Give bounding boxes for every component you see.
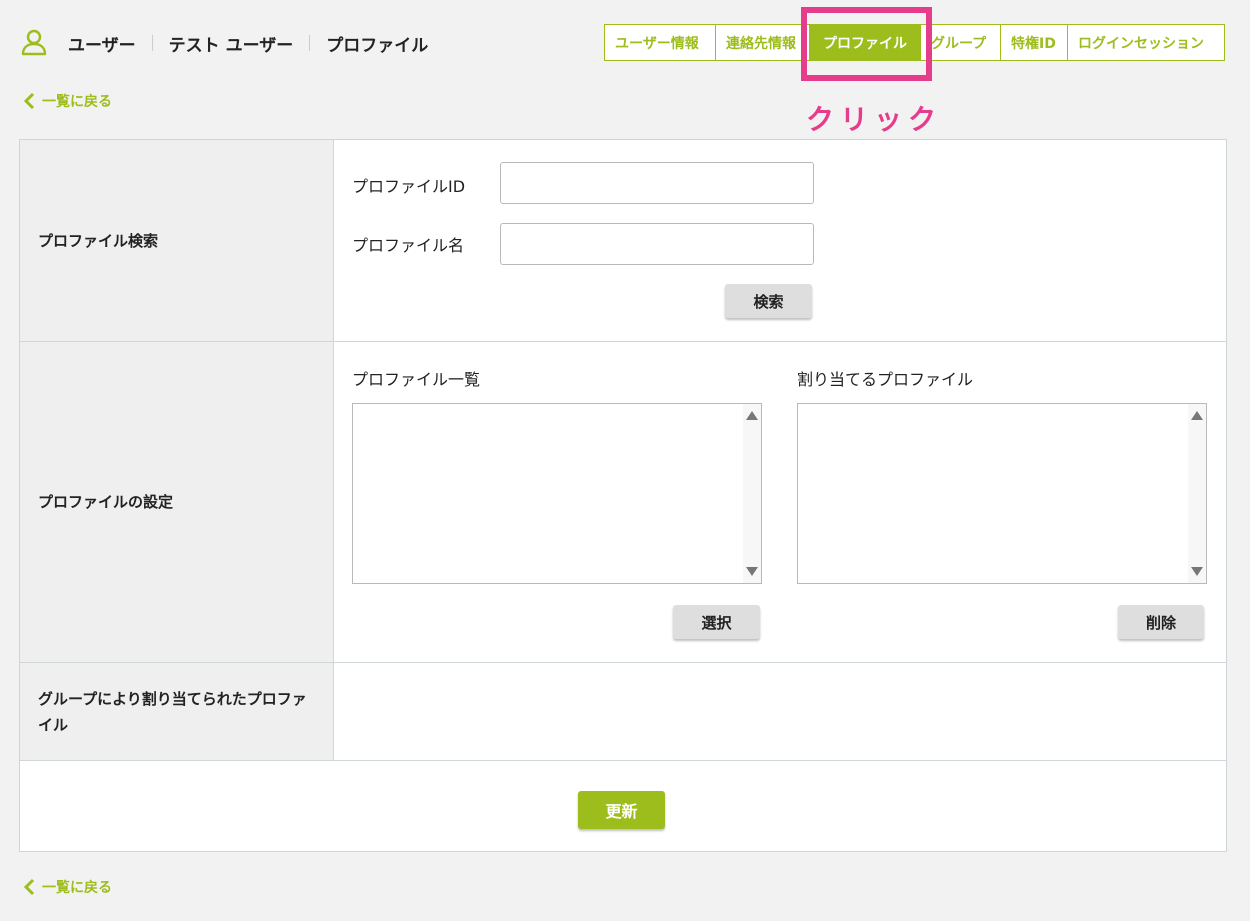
profile-name-label: プロファイル名 <box>352 236 465 255</box>
back-to-list-link-top[interactable]: 一覧に戻る <box>22 91 112 111</box>
breadcrumb-users[interactable]: ユーザー <box>68 31 136 56</box>
profile-form-panel: プロファイル検索 プロファイルID プロファイル名 検索 プロファイルの設定 プ… <box>19 139 1227 852</box>
tab-group[interactable]: グループ <box>921 25 1001 60</box>
user-icon <box>21 29 47 56</box>
scrollbar[interactable] <box>743 404 761 583</box>
select-button[interactable]: 選択 <box>673 605 760 639</box>
assigned-profiles-list[interactable] <box>797 403 1207 584</box>
breadcrumb-separator <box>151 35 153 51</box>
available-profiles-list[interactable] <box>352 403 762 584</box>
back-link-label: 一覧に戻る <box>42 94 112 110</box>
breadcrumb: ユーザー テスト ユーザー プロファイル <box>68 30 428 56</box>
tab-contact-info[interactable]: 連絡先情報 <box>716 25 810 60</box>
settings-row: プロファイルの設定 プロファイル一覧 割り当てるプロファイル 選択 削除 <box>20 342 1226 663</box>
search-button[interactable]: 検索 <box>725 284 812 318</box>
search-section-label: プロファイル検索 <box>20 140 334 341</box>
back-link-label: 一覧に戻る <box>42 880 112 896</box>
chevron-left-icon <box>23 92 35 110</box>
tab-privileged-id[interactable]: 特権ID <box>1001 25 1068 60</box>
scrollbar[interactable] <box>1188 404 1206 583</box>
scroll-down-icon[interactable] <box>746 567 758 576</box>
tab-login-session[interactable]: ログインセッション <box>1068 25 1224 60</box>
delete-button[interactable]: 削除 <box>1118 605 1204 639</box>
tab-user-info[interactable]: ユーザー情報 <box>605 25 716 60</box>
annotation-click-label: クリック <box>806 103 943 136</box>
scroll-up-icon[interactable] <box>1191 411 1203 420</box>
scroll-up-icon[interactable] <box>746 411 758 420</box>
breadcrumb-separator <box>309 35 311 51</box>
profile-id-label: プロファイルID <box>352 177 466 196</box>
annotation-highlight-box <box>801 7 932 81</box>
profile-name-input[interactable] <box>500 223 814 265</box>
update-button[interactable]: 更新 <box>578 791 665 829</box>
profile-id-input[interactable] <box>500 162 814 204</box>
group-assigned-row: グループにより割り当てられたプロファイル <box>20 663 1226 761</box>
assigned-profiles-label: 割り当てるプロファイル <box>797 370 974 389</box>
scroll-down-icon[interactable] <box>1191 567 1203 576</box>
search-row: プロファイル検索 プロファイルID プロファイル名 検索 <box>20 140 1226 342</box>
breadcrumb-user-name[interactable]: テスト ユーザー <box>169 31 294 56</box>
breadcrumb-current: プロファイル <box>326 35 429 56</box>
chevron-left-icon <box>23 878 35 896</box>
available-profiles-label: プロファイル一覧 <box>352 370 481 389</box>
back-to-list-link-bottom[interactable]: 一覧に戻る <box>22 877 112 897</box>
page-header: ユーザー テスト ユーザー プロファイル ユーザー情報 連絡先情報 プロファイル… <box>0 0 1250 88</box>
group-assigned-section-label: グループにより割り当てられたプロファイル <box>20 663 334 760</box>
settings-section-label: プロファイルの設定 <box>20 342 334 662</box>
